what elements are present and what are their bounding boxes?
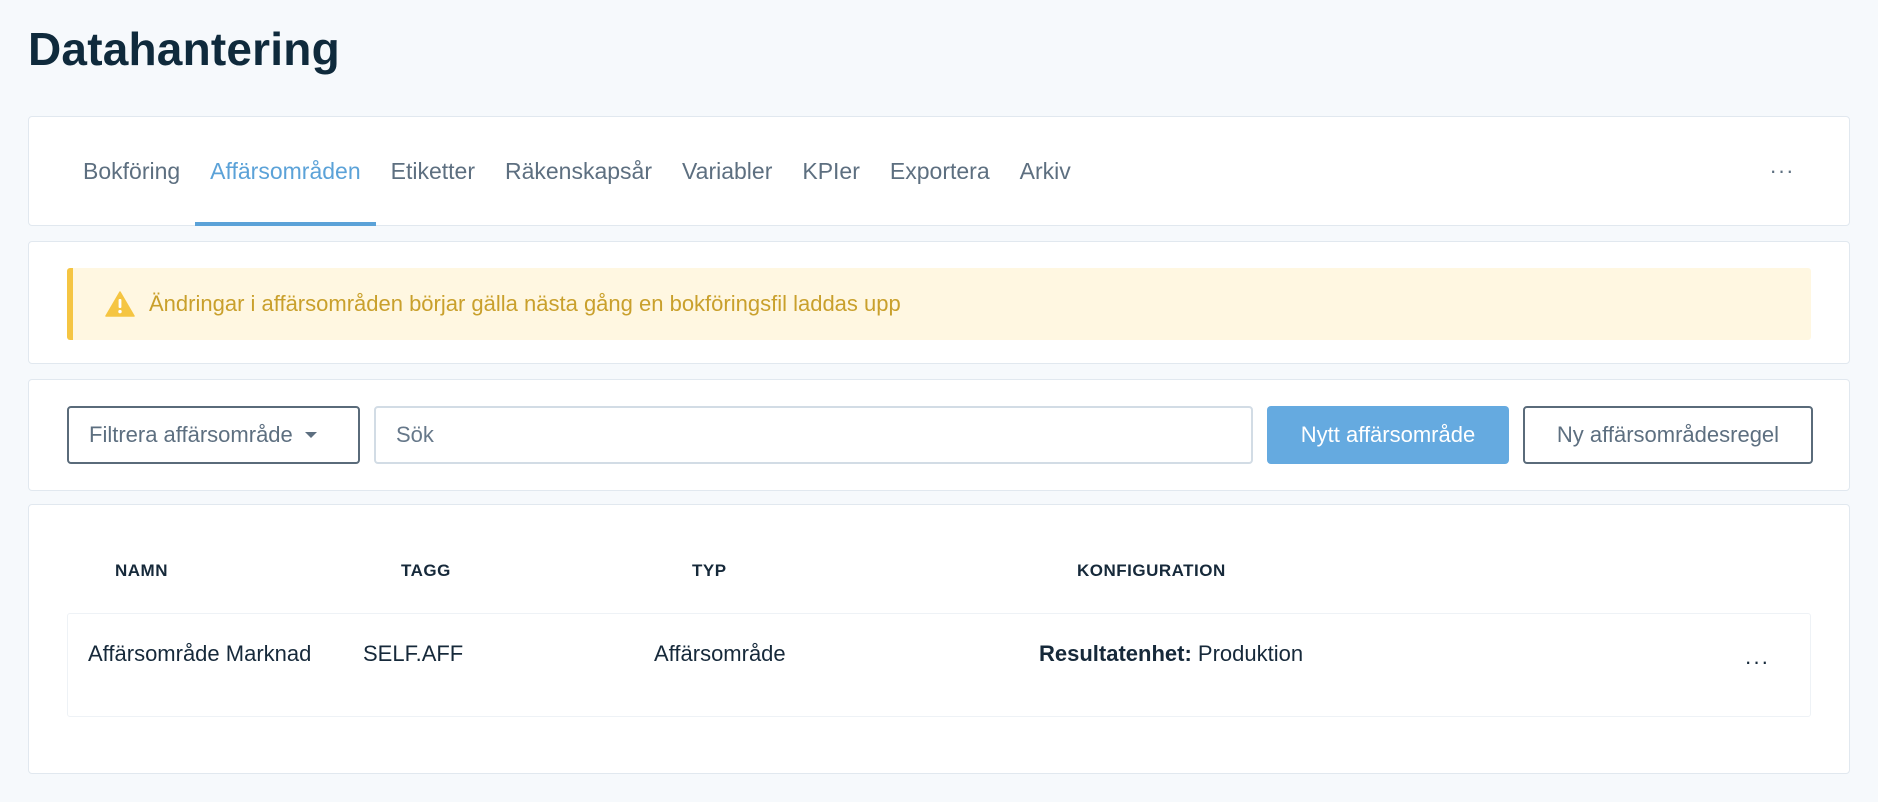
tab-kpier[interactable]: KPIer [787,117,875,225]
page: Datahantering Bokföring Affärsområden Et… [0,0,1878,802]
config-value: Produktion [1197,641,1304,666]
warning-triangle-icon [105,291,135,317]
column-header-type: TYP [692,561,727,580]
tab-bokforing[interactable]: Bokföring [83,117,195,225]
search-input[interactable] [374,406,1253,464]
filter-dropdown-label: Filtrera affärsområde [89,422,293,447]
tab-variabler[interactable]: Variabler [667,117,787,225]
page-title: Datahantering [28,23,340,75]
filter-card: Filtrera affärsområde Nytt affärsområde … [28,379,1850,491]
new-business-area-rule-button[interactable]: Ny affärsområdesregel [1523,406,1813,464]
cell-tag: SELF.AFF [363,641,464,666]
tab-bar: Bokföring Affärsområden Etiketter Räkens… [83,117,1086,226]
row-more-options-icon[interactable]: ··· [1742,649,1772,674]
table-card: NAMN TAGG TYP KONFIGURATION Affärsområde… [28,504,1850,774]
warning-alert: Ändringar i affärsområden börjar gälla n… [67,268,1811,340]
tab-rakenskapsar[interactable]: Räkenskapsår [490,117,667,225]
alert-card: Ändringar i affärsområden börjar gälla n… [28,241,1850,364]
more-options-icon[interactable]: ··· [1767,157,1797,185]
new-business-area-button[interactable]: Nytt affärsområde [1267,406,1509,464]
column-header-configuration: KONFIGURATION [1077,561,1226,580]
table-row[interactable]: Affärsområde Marknad SELF.AFF Affärsområ… [67,613,1811,717]
cell-type: Affärsområde [654,641,786,666]
tab-etiketter[interactable]: Etiketter [376,117,490,225]
tab-arkiv[interactable]: Arkiv [1005,117,1086,225]
alert-text: Ändringar i affärsområden börjar gälla n… [149,291,901,316]
tabs-card: Bokföring Affärsområden Etiketter Räkens… [28,116,1850,226]
filter-dropdown[interactable]: Filtrera affärsområde [67,406,360,464]
cell-configuration: Resultatenhet: Produktion [1039,641,1303,667]
table-header: NAMN TAGG TYP KONFIGURATION [87,561,1787,591]
config-label: Resultatenhet: [1039,641,1192,666]
tab-affarsomraden[interactable]: Affärsområden [195,117,377,226]
column-header-tag: TAGG [401,561,451,580]
caret-down-icon [304,432,317,438]
column-header-name: NAMN [115,561,168,580]
cell-name: Affärsområde Marknad [88,641,312,666]
tab-exportera[interactable]: Exportera [875,117,1005,225]
